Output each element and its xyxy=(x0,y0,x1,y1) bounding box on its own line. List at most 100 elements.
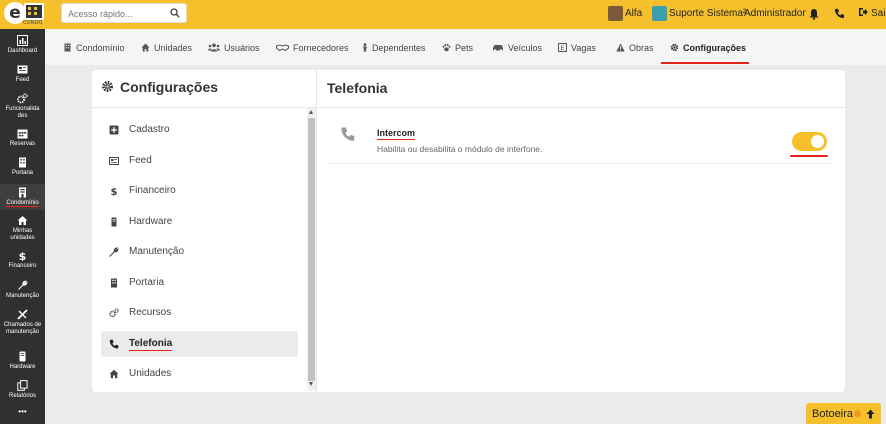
tab-obras[interactable]: Obras xyxy=(616,42,654,54)
arrow-up-icon xyxy=(866,409,875,419)
users-icon xyxy=(208,43,220,52)
search-input[interactable] xyxy=(62,5,162,23)
sidebar-label: Reservas xyxy=(9,141,36,147)
settings-item-label: Unidades xyxy=(129,368,172,379)
botoeira-button[interactable]: Botoeira xyxy=(806,403,881,424)
sidebar-item-manutencao[interactable]: Manutenção xyxy=(0,280,45,300)
sidebar-item-financeiro[interactable]: $ Financeiro xyxy=(0,250,45,270)
settings-item-feed[interactable]: Feed xyxy=(101,148,298,174)
divider xyxy=(92,107,317,108)
settings-item-label: Telefonia xyxy=(129,338,173,351)
tab-unidades[interactable]: Unidades xyxy=(141,42,192,54)
tab-label: Usuários xyxy=(224,43,260,53)
alfa-link[interactable]: Alfa xyxy=(608,6,642,22)
plus-square-icon xyxy=(109,125,119,135)
intercom-toggle[interactable] xyxy=(792,132,827,151)
tab-vagas[interactable]: E Vagas xyxy=(558,42,596,54)
sidebar-label: Chamados de manutenção xyxy=(3,322,42,335)
tab-label: Configurações xyxy=(683,43,747,53)
sidebar-label: Minhas unidades xyxy=(10,228,35,241)
sidebar-item-condominio[interactable]: Condomínio xyxy=(0,184,45,210)
bell-icon[interactable] xyxy=(808,8,820,20)
sidebar-item-feed[interactable]: Feed xyxy=(0,64,45,84)
settings-item-label: Financeiro xyxy=(129,185,176,196)
tab-label: Obras xyxy=(629,43,654,53)
app-logo[interactable]: e CONDO xyxy=(4,2,44,26)
settings-item-recursos[interactable]: Recursos xyxy=(101,300,298,326)
setting-name: Intercom xyxy=(377,128,416,140)
building-icon xyxy=(111,278,117,288)
parking-icon: E xyxy=(558,43,567,52)
sidebar-item-relatorios[interactable]: Relatórios xyxy=(0,380,45,400)
tab-veiculos[interactable]: Veículos xyxy=(492,42,542,54)
sidebar-label: Feed xyxy=(15,77,30,83)
newspaper-icon xyxy=(17,65,28,74)
scroll-up-arrow-icon[interactable] xyxy=(309,110,313,114)
logo-text: CONDO xyxy=(23,20,43,26)
sidebar-label: Funcionalida des xyxy=(5,106,40,119)
setting-description: Habilita ou desabilita o módulo de inter… xyxy=(377,144,543,154)
sidebar-label: Hardware xyxy=(9,364,36,370)
tab-dependentes[interactable]: Dependentes xyxy=(362,42,426,54)
sidebar-more[interactable]: ••• xyxy=(0,408,45,423)
support-link[interactable]: Suporte Sistema² xyxy=(652,6,746,22)
settings-item-telefonia[interactable]: Telefonia xyxy=(101,331,298,357)
condo-icon xyxy=(19,187,26,198)
sidebar-item-hardware[interactable]: Hardware xyxy=(0,351,45,371)
sidebar-item-chamados-manutencao[interactable]: Chamados de manutenção xyxy=(0,309,45,343)
settings-menu: Configurações Cadastro Feed $ Financeiro… xyxy=(92,70,317,392)
settings-menu-title-text: Configurações xyxy=(120,79,219,95)
sidebar-item-reservas[interactable]: Reservas xyxy=(0,128,45,148)
tab-usuarios[interactable]: Usuários xyxy=(208,42,260,54)
sidebar-label: Dashboard xyxy=(7,48,38,54)
settings-item-portaria[interactable]: Portaria xyxy=(101,270,298,296)
phone-icon[interactable] xyxy=(834,8,845,19)
tools-icon xyxy=(17,309,28,320)
settings-item-financeiro[interactable]: $ Financeiro xyxy=(101,178,298,204)
settings-item-cadastro[interactable]: Cadastro xyxy=(101,117,298,143)
logout-label: Sai xyxy=(871,8,886,19)
gear-icon xyxy=(102,81,113,92)
settings-menu-title: Configurações xyxy=(101,79,218,95)
wrench-icon xyxy=(109,247,119,257)
tab-fornecedores[interactable]: Fornecedores xyxy=(276,42,349,54)
tab-label: Fornecedores xyxy=(293,43,349,53)
hdd-icon xyxy=(19,351,26,362)
phone-icon xyxy=(341,127,355,141)
home-icon xyxy=(17,216,28,225)
tab-pets[interactable]: Pets xyxy=(442,42,473,54)
dollar-icon: $ xyxy=(111,187,118,196)
settings-item-label: Hardware xyxy=(129,216,173,227)
logout-link[interactable]: Sai xyxy=(858,6,885,22)
settings-item-label: Portaria xyxy=(129,277,165,288)
svg-text:$: $ xyxy=(111,187,118,196)
settings-item-label: Cadastro xyxy=(129,124,170,135)
scroll-down-arrow-icon[interactable] xyxy=(309,382,313,386)
sidebar-item-portaria[interactable]: Portaria xyxy=(0,157,45,177)
user-menu[interactable]: Administrador xyxy=(744,6,806,22)
setting-row-intercom: Intercom Habilita ou desabilita o módulo… xyxy=(330,116,833,164)
sign-out-icon xyxy=(859,8,868,16)
tab-label: Unidades xyxy=(154,43,193,53)
svg-text:E: E xyxy=(560,44,564,52)
quick-search[interactable] xyxy=(61,3,187,23)
active-tab-indicator xyxy=(661,62,749,64)
settings-item-unidades[interactable]: Unidades xyxy=(101,361,298,387)
search-icon[interactable] xyxy=(170,8,180,18)
sidebar-item-funcionalidades[interactable]: Funcionalida des xyxy=(0,93,45,121)
sidebar-label: Condomínio xyxy=(6,200,39,207)
sidebar-item-dashboard[interactable]: Dashboard xyxy=(0,35,45,57)
settings-item-manutencao[interactable]: Manutenção xyxy=(101,239,298,265)
tab-configuracoes[interactable]: Configurações xyxy=(670,42,746,54)
wrench-icon xyxy=(18,280,28,290)
scrollbar-thumb[interactable] xyxy=(308,118,315,381)
home-icon xyxy=(109,369,119,379)
settings-item-hardware[interactable]: Hardware xyxy=(101,209,298,235)
tab-label: Vagas xyxy=(571,43,596,53)
handshake-icon xyxy=(276,44,289,52)
tab-condominio[interactable]: Condomínio xyxy=(63,42,125,54)
sidebar-item-minhas-unidades[interactable]: Minhas unidades xyxy=(0,215,45,243)
calendar-icon xyxy=(17,129,28,139)
tab-label: Veículos xyxy=(508,43,543,53)
settings-card: Configurações Cadastro Feed $ Financeiro… xyxy=(92,70,845,392)
